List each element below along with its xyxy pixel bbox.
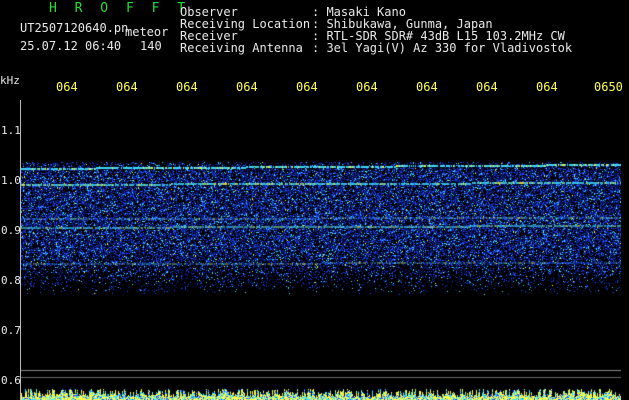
time-label: 064 — [236, 80, 258, 94]
y-tick-label: 0.6 — [1, 374, 21, 387]
file-name: UT2507120640.pn — [20, 21, 129, 35]
time-label: 064 — [116, 80, 138, 94]
detection-count: 140 — [140, 39, 162, 53]
date-time: 25.07.12 06:40 — [20, 39, 122, 53]
time-label: 064 — [356, 80, 378, 94]
spectrogram-canvas — [20, 100, 621, 400]
antenna-value: : 3el Yagi(V) Az 330 for Vladivostok — [312, 41, 573, 55]
y-tick-label: 0.9 — [1, 224, 21, 237]
time-label: 064 — [416, 80, 438, 94]
app-title: H R O F F T — [49, 1, 191, 16]
time-label: 064 — [176, 80, 198, 94]
time-label: 064 — [536, 80, 558, 94]
time-label: 064 — [476, 80, 498, 94]
y-tick-label: 1.1 — [1, 124, 21, 137]
y-axis-line — [20, 100, 21, 400]
time-label: 064 — [56, 80, 78, 94]
detection-type: meteor — [125, 25, 169, 39]
hrofft-spectrogram-window: H R O F F T UT2507120640.pn meteor 25.07… — [0, 0, 629, 400]
time-label: 0650 — [594, 80, 623, 94]
y-tick-label: 0.8 — [1, 274, 21, 287]
antenna-label: Receiving Antenna — [180, 41, 303, 55]
time-label: 064 — [296, 80, 318, 94]
y-tick-label: 1.0 — [1, 174, 21, 187]
y-tick-label: 0.7 — [1, 324, 21, 337]
axis-unit-label: kHz — [0, 74, 20, 87]
